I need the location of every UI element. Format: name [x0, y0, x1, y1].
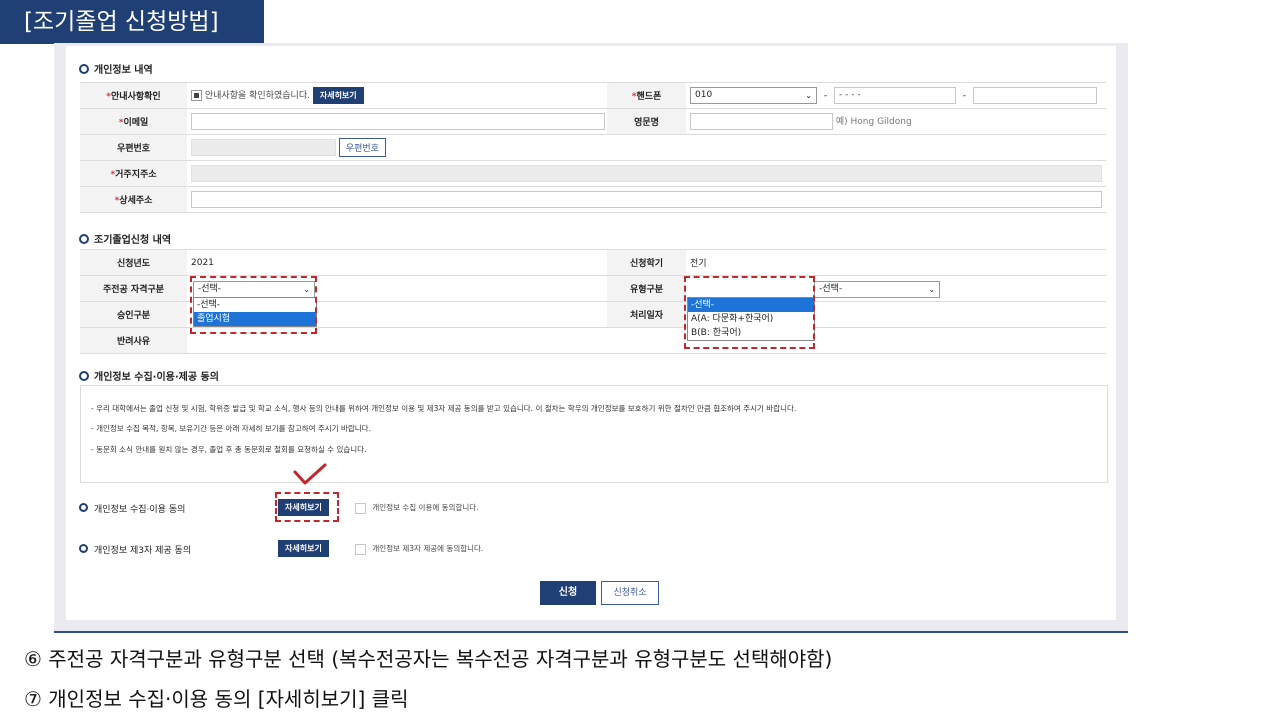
consent-use-checkbox[interactable]: [355, 502, 366, 514]
application-section-title: 조기졸업신청 내역: [79, 231, 171, 246]
english-name-label: 영문명: [634, 118, 659, 128]
phone-prefix-select[interactable]: 010 ⌄: [690, 87, 817, 104]
section-bullet-icon: [79, 503, 88, 512]
consent-line: - 개인정보 수집 목적, 항목, 보유기간 등은 아래 자세히 보기를 참고하…: [91, 424, 371, 433]
type-select[interactable]: -선택- ⌄: [814, 281, 941, 298]
submit-button[interactable]: 신청: [540, 581, 596, 605]
table-row: *상세주소: [80, 186, 1106, 213]
year-value: 2021: [191, 257, 214, 268]
consent-third-agree-text: 개인정보 제3자 제공에 동의합니다.: [372, 544, 484, 553]
instruction-note: ⑦ 개인정보 수집·이용 동의 [자세히보기] 클릭: [24, 687, 409, 711]
consent-notice-box: - 우리 대학에서는 졸업 신청 및 시험, 학위증 발급 및 학교 소식, 행…: [80, 385, 1108, 483]
detail-address-input[interactable]: [191, 191, 1102, 208]
slide-title: [조기졸업 신청방법]: [0, 0, 264, 44]
major-qual-label: 주전공 자격구분: [102, 285, 165, 295]
table-row: *이메일 영문명 예) Hong Gildong: [80, 108, 1106, 135]
notice-detail-button[interactable]: 자세히보기: [312, 87, 364, 104]
cancel-button[interactable]: 신청취소: [601, 581, 659, 605]
reject-reason-label: 반려사유: [116, 337, 151, 347]
consent-use-label: 개인정보 수집·이용 동의: [79, 502, 185, 515]
notice-label: 안내사항확인: [111, 92, 161, 102]
notice-checkbox[interactable]: [191, 90, 202, 101]
type-highlight: [684, 276, 815, 349]
semester-value: 전기: [690, 259, 707, 269]
major-qual-highlight: [190, 276, 317, 334]
consent-line: - 동문회 소식 안내를 원치 않는 경우, 졸업 후 총 동문회로 철회를 요…: [91, 445, 367, 454]
detail-address-label: 상세주소: [119, 196, 153, 206]
phone-label: 핸드폰: [636, 92, 662, 102]
consent-third-label: 개인정보 제3자 제공 동의: [79, 543, 191, 556]
section-bullet-icon: [79, 371, 89, 381]
table-row: 신청년도 2021 신청학기 전기: [80, 249, 1106, 276]
table-row: *거주지주소: [80, 160, 1106, 187]
table-row: *안내사항확인 안내사항을 확인하였습니다. 자세히보기 *핸드폰 010 ⌄ -…: [80, 82, 1106, 109]
english-name-hint: 예) Hong Gildong: [835, 117, 912, 127]
personal-section-title: 개인정보 내역: [79, 61, 153, 76]
notice-text: 안내사항을 확인하였습니다.: [204, 91, 310, 101]
consent-use-agree-text: 개인정보 수집 이용에 동의합니다.: [372, 503, 479, 512]
personal-info-table: *안내사항확인 안내사항을 확인하였습니다. 자세히보기 *핸드폰 010 ⌄ -…: [80, 82, 1106, 213]
zipcode-label: 우편번호: [116, 144, 151, 154]
english-name-input[interactable]: [690, 113, 833, 130]
section-bullet-icon: [79, 64, 89, 74]
address-input[interactable]: [191, 165, 1102, 182]
zipcode-search-button[interactable]: 우편번호: [338, 138, 386, 157]
process-date-label: 처리일자: [629, 311, 664, 321]
year-label: 신청년도: [116, 259, 151, 269]
section-bullet-icon: [79, 544, 88, 553]
address-label: 거주지주소: [115, 170, 157, 180]
phone-last-input[interactable]: [973, 87, 1097, 104]
table-row: 우편번호 우편번호: [80, 134, 1106, 161]
approval-label: 승인구분: [116, 311, 151, 321]
consent-line: - 우리 대학에서는 졸업 신청 및 시험, 학위증 발급 및 학교 소식, 행…: [91, 404, 797, 413]
divider: [54, 631, 1128, 633]
email-field[interactable]: [191, 113, 605, 130]
checkmark-icon: [293, 463, 327, 485]
consent-use-detail-highlight: [275, 492, 339, 522]
section-bullet-icon: [79, 234, 89, 244]
instruction-note: ⑥ 주전공 자격구분과 유형구분 선택 (복수전공자는 복수전공 자격구분과 유…: [24, 647, 833, 671]
phone-middle-input[interactable]: - - - -: [834, 87, 956, 104]
chevron-down-icon: ⌄: [928, 285, 936, 294]
consent-third-detail-button[interactable]: 자세히보기: [278, 540, 329, 557]
semester-label: 신청학기: [629, 259, 664, 269]
zipcode-input[interactable]: [191, 139, 336, 156]
consent-third-checkbox[interactable]: [355, 543, 366, 555]
type-label: 유형구분: [629, 285, 664, 295]
consent-section-title: 개인정보 수집·이용·제공 동의: [79, 368, 219, 383]
email-label: 이메일: [123, 118, 149, 128]
chevron-down-icon: ⌄: [805, 91, 812, 100]
